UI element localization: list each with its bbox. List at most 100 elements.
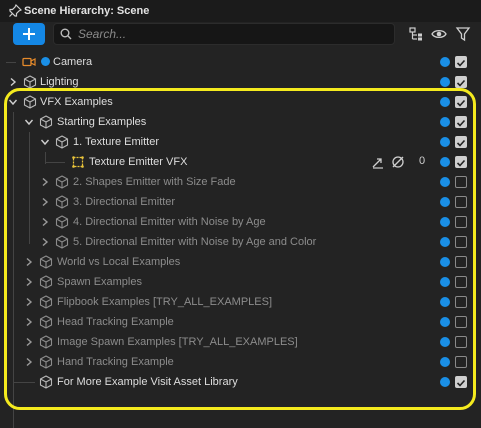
visibility-dot[interactable] [440,277,450,287]
chevron-right-icon[interactable] [40,217,50,227]
tree-row-more-examples[interactable]: For More Example Visit Asset Library [0,372,481,392]
check-icon [456,379,466,387]
object-icon [39,115,53,129]
enabled-checkbox[interactable] [455,96,467,108]
tree-row-lighting[interactable]: Lighting [0,72,481,92]
visibility-dot[interactable] [440,317,450,327]
tree-row-starting-examples[interactable]: Starting Examples [0,112,481,132]
enabled-checkbox[interactable] [455,356,467,368]
enabled-checkbox[interactable] [455,236,467,248]
chevron-right-icon[interactable] [8,77,18,87]
visibility-dot[interactable] [440,77,450,87]
visibility-dot[interactable] [440,297,450,307]
enabled-checkbox[interactable] [455,116,467,128]
chevron-down-icon[interactable] [8,97,18,107]
enabled-checkbox[interactable] [455,196,467,208]
chevron-right-icon[interactable] [24,257,34,267]
visibility-dot[interactable] [440,177,450,187]
tree-row-directional-emitter-noise-age[interactable]: 4. Directional Emitter with Noise by Age [0,212,481,232]
tree-row-hand-tracking[interactable]: Hand Tracking Example [0,352,481,372]
tree-row-vfx-examples[interactable]: VFX Examples [0,92,481,112]
search-input[interactable] [78,27,378,41]
chevron-right-icon[interactable] [24,357,34,367]
tree-row-shapes-emitter[interactable]: 2. Shapes Emitter with Size Fade [0,172,481,192]
enabled-checkbox[interactable] [455,376,467,388]
visibility-dot[interactable] [440,257,450,267]
chevron-right-icon[interactable] [24,317,34,327]
visibility-dot[interactable] [440,337,450,347]
tree-row-world-vs-local[interactable]: World vs Local Examples [0,252,481,272]
visibility-dot[interactable] [440,157,450,167]
panel-titlebar: Scene Hierarchy: Scene [0,0,481,22]
tree-row-directional-emitter-noise-age-color[interactable]: 5. Directional Emitter with Noise by Age… [0,232,481,252]
check-icon [456,159,466,167]
enabled-checkbox[interactable] [455,256,467,268]
chevron-right-icon[interactable] [24,337,34,347]
visibility-dot[interactable] [440,237,450,247]
tree-row-camera[interactable]: Camera [0,52,481,72]
tree-row-spawn-examples[interactable]: Spawn Examples [0,272,481,292]
tree-row-label: World vs Local Examples [57,256,181,268]
enabled-checkbox[interactable] [455,56,467,68]
tree-row-label: 5. Directional Emitter with Noise by Age… [73,236,317,248]
visibility-dot[interactable] [440,197,450,207]
tree-row-head-tracking[interactable]: Head Tracking Example [0,312,481,332]
visibility-dot[interactable] [440,377,450,387]
check-icon [456,119,466,127]
visibility-dot[interactable] [440,57,450,67]
object-icon [39,255,53,269]
enabled-checkbox[interactable] [455,296,467,308]
tree-row-label: 2. Shapes Emitter with Size Fade [73,176,236,188]
visibility-dot[interactable] [440,217,450,227]
enabled-checkbox[interactable] [455,276,467,288]
visibility-dot[interactable] [440,137,450,147]
tree-row-label: Texture Emitter VFX [89,156,188,168]
chevron-down-icon[interactable] [24,117,34,127]
enabled-checkbox[interactable] [455,336,467,348]
tree-row-flipbook-examples[interactable]: Flipbook Examples [TRY_ALL_EXAMPLES] [0,292,481,312]
object-icon [39,375,53,389]
object-icon [39,355,53,369]
search-field[interactable] [53,23,395,45]
enabled-checkbox[interactable] [455,156,467,168]
visibility-dot[interactable] [440,97,450,107]
enabled-checkbox[interactable] [455,216,467,228]
enabled-checkbox[interactable] [455,316,467,328]
tree-row-image-spawn[interactable]: Image Spawn Examples [TRY_ALL_EXAMPLES] [0,332,481,352]
no-render-icon[interactable] [391,155,405,169]
hierarchy-sort-icon[interactable] [408,26,424,42]
check-icon [456,79,466,87]
tree-row-directional-emitter[interactable]: 3. Directional Emitter [0,192,481,212]
plus-icon [23,28,35,40]
check-icon [456,99,466,107]
tree-row-label: 4. Directional Emitter with Noise by Age [73,216,266,228]
chevron-right-icon[interactable] [24,277,34,287]
enabled-checkbox[interactable] [455,136,467,148]
object-icon [39,275,53,289]
object-icon [39,315,53,329]
vfx-icon [72,156,84,168]
tree-row-label: Image Spawn Examples [TRY_ALL_EXAMPLES] [57,336,298,348]
prefab-link-icon[interactable] [371,155,385,169]
pin-icon[interactable] [8,4,22,18]
enabled-checkbox[interactable] [455,176,467,188]
enabled-checkbox[interactable] [455,76,467,88]
visibility-dot[interactable] [440,357,450,367]
chevron-down-icon[interactable] [40,137,50,147]
chevron-right-icon[interactable] [40,237,50,247]
chevron-right-icon[interactable] [24,297,34,307]
eye-icon[interactable] [431,26,447,42]
tree-row-texture-emitter[interactable]: 1. Texture Emitter [0,132,481,152]
panel-title: Scene Hierarchy: Scene [24,5,150,17]
tree-branch-line [45,162,65,163]
scene-hierarchy-panel: Scene Hierarchy: Scene Search... Camera … [0,0,481,428]
tree-row-label: 1. Texture Emitter [73,136,159,148]
tree-branch-line [6,62,16,63]
add-object-button[interactable] [13,23,45,45]
filter-icon[interactable] [455,26,471,42]
chevron-right-icon[interactable] [40,197,50,207]
tree-row-texture-emitter-vfx[interactable]: Texture Emitter VFX 0 [0,152,481,172]
chevron-right-icon[interactable] [40,177,50,187]
visibility-dot[interactable] [440,117,450,127]
check-icon [456,139,466,147]
